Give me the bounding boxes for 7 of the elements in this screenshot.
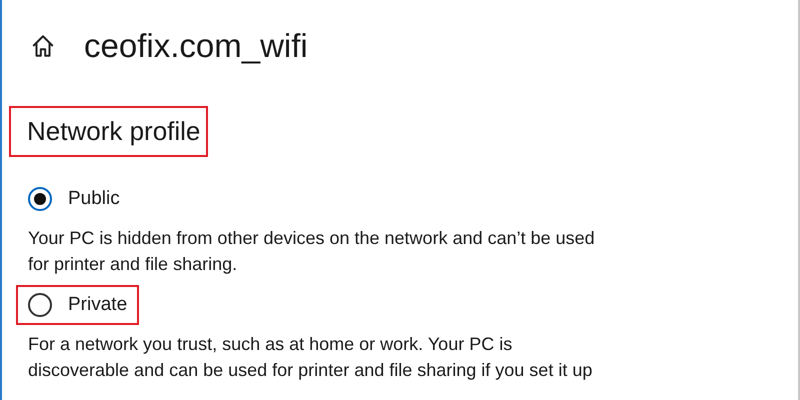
home-icon[interactable] [30,33,56,59]
section-heading: Network profile [9,106,208,157]
page-title: ceofix.com_wifi [84,27,308,65]
option-description: Your PC is hidden from other devices on the network and can’t be used for printer and file sharing. [28,227,596,276]
radio-option[interactable]: Private [16,285,140,325]
option-description: For a network you trust, such as at home or work. Your PC is discoverable and can be used for printer and file sharing if you set it up [28,333,594,382]
radio-option[interactable]: Public [16,179,132,219]
